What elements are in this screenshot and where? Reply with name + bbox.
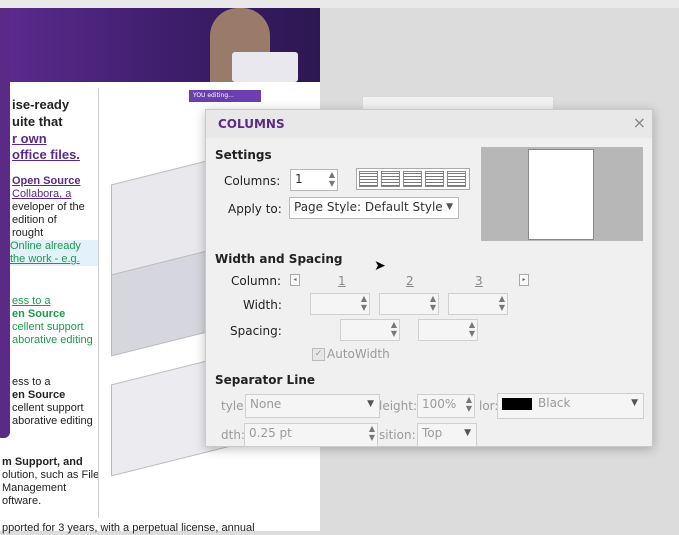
doc-link[interactable]: the work - e.g. — [10, 253, 98, 266]
spacing-field-2[interactable]: ▲ ▼ — [418, 319, 478, 341]
apply-to-value: Page Style: Default Style — [294, 200, 443, 214]
chevron-down-icon: ▼ — [631, 398, 638, 408]
doc-line: oftware. — [2, 495, 42, 507]
preset-left-big-button[interactable] — [425, 171, 444, 187]
doc-line: edition of — [12, 214, 57, 226]
color-dropdown[interactable]: Black ▼ — [497, 393, 644, 419]
chevron-down-icon: ▼ — [464, 428, 471, 438]
columns-dialog: COLUMNS × Settings Columns: 1 ▲ ▼ Apply t… — [205, 109, 653, 447]
column-number: 1 — [338, 274, 346, 288]
color-swatch — [502, 397, 532, 410]
next-column-button[interactable]: ▸ — [519, 274, 529, 286]
position-label: sition: — [379, 428, 416, 442]
doc-line: cellent support — [12, 402, 84, 414]
doc-link[interactable]: Open Source — [12, 175, 80, 188]
preset-three-columns-button[interactable] — [403, 171, 422, 187]
doc-line: olution, such as File — [2, 469, 100, 481]
doc-link[interactable]: ess to a — [12, 295, 51, 308]
mouse-cursor-icon: ➤ — [374, 258, 386, 274]
prev-column-button[interactable]: ◂ — [290, 274, 300, 286]
doc-line: cellent support — [12, 321, 84, 333]
close-icon[interactable]: × — [633, 113, 646, 132]
preview-page — [528, 149, 594, 240]
hero-image — [10, 8, 320, 82]
column-presets — [356, 168, 470, 190]
laptop-image — [232, 52, 298, 82]
dialog-title: COLUMNS — [218, 117, 285, 131]
spacing-field-1[interactable]: ▲ ▼ — [340, 319, 400, 341]
autowidth-checkbox[interactable]: ✓ — [312, 348, 325, 361]
doc-line: ise-ready — [12, 97, 70, 112]
chevron-down-icon: ▼ — [446, 202, 453, 212]
doc-line: pported for 3 years, with a perpetual li… — [2, 522, 255, 534]
spacing-label: Spacing: — [230, 324, 282, 338]
preset-right-big-button[interactable] — [447, 171, 466, 187]
separator-heading: Separator Line — [215, 373, 316, 387]
doc-line: rought — [12, 227, 44, 239]
doc-line: Management — [2, 482, 67, 494]
doc-line: ess to a — [12, 376, 51, 388]
doc-line: en Source — [12, 389, 66, 401]
doc-highlight: Online already — [10, 240, 98, 253]
preset-one-column-button[interactable] — [359, 171, 378, 187]
editing-badge: YOU editing... — [189, 90, 261, 102]
line-width-label: dth: — [221, 428, 245, 442]
line-width-value: 0.25 pt — [249, 426, 292, 440]
apply-to-label: Apply to: — [228, 202, 282, 216]
height-field[interactable]: 100% ▲ ▼ — [417, 394, 475, 418]
position-value: Top — [422, 426, 443, 440]
column-number: 2 — [406, 274, 414, 288]
doc-link[interactable]: Collabora, a — [12, 188, 71, 200]
doc-line: aborative editing — [12, 415, 93, 427]
width-field-3[interactable]: ▲ ▼ — [448, 293, 508, 315]
position-dropdown[interactable]: Top ▼ — [417, 423, 477, 447]
height-label: leight: — [379, 399, 418, 413]
style-label: tyle: — [221, 399, 248, 413]
doc-line: m Support, and — [2, 456, 83, 468]
doc-line: en Source — [12, 308, 66, 320]
line-width-field[interactable]: 0.25 pt ▲ ▼ — [244, 423, 378, 447]
spin-arrows-icon[interactable]: ▲ ▼ — [329, 170, 335, 188]
settings-heading: Settings — [215, 148, 272, 162]
color-label: lor: — [479, 399, 499, 413]
doc-link[interactable]: office files. — [12, 146, 80, 163]
doc-line: aborative editing — [12, 334, 93, 346]
doc-line: Collabora, a — [12, 188, 71, 201]
width-field-2[interactable]: ▲ ▼ — [379, 293, 439, 315]
style-dropdown[interactable]: None ▼ — [245, 394, 380, 418]
column-label: Column: — [231, 274, 281, 288]
doc-line: uite that — [12, 114, 63, 129]
columns-spinbox[interactable]: 1 ▲ ▼ — [290, 169, 338, 191]
width-label: Width: — [243, 298, 282, 312]
column-number: 3 — [475, 274, 483, 288]
autowidth-label: AutoWidth — [327, 347, 390, 361]
style-value: None — [250, 397, 282, 411]
preset-two-columns-button[interactable] — [381, 171, 400, 187]
width-field-1[interactable]: ▲ ▼ — [310, 293, 370, 315]
columns-value: 1 — [295, 172, 303, 186]
height-value: 100% — [422, 397, 457, 411]
doc-line: eveloper of the — [12, 201, 85, 213]
columns-preview — [481, 147, 643, 241]
columns-label: Columns: — [224, 174, 281, 188]
doc-link[interactable]: r own — [12, 130, 47, 147]
width-spacing-heading: Width and Spacing — [215, 252, 343, 266]
dialog-titlebar: COLUMNS × — [206, 110, 652, 138]
top-bar — [0, 0, 679, 8]
chevron-down-icon: ▼ — [367, 399, 374, 409]
apply-to-dropdown[interactable]: Page Style: Default Style ▼ — [289, 197, 459, 219]
color-value: Black — [538, 396, 571, 410]
purple-sidebar — [0, 8, 10, 438]
